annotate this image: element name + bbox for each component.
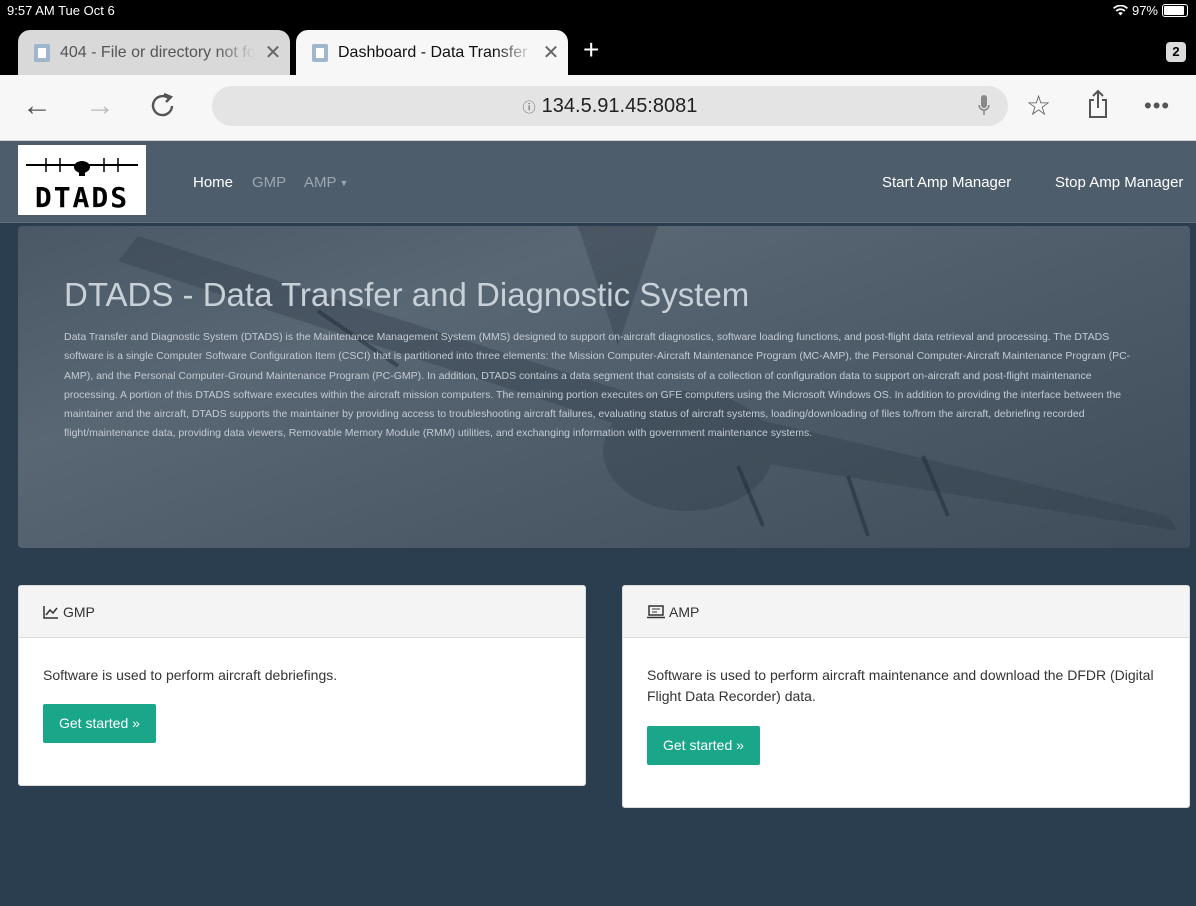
- back-arrow-icon[interactable]: ←: [22, 89, 52, 123]
- logo-text: DTADS: [34, 181, 130, 214]
- microphone-icon[interactable]: [978, 95, 990, 117]
- page-title: DTADS - Data Transfer and Diagnostic Sys…: [64, 276, 750, 313]
- aircraft-logo-icon: [26, 158, 138, 176]
- status-bar: 9:57 AM Tue Oct 6 97%: [0, 0, 1196, 22]
- share-icon[interactable]: [1086, 89, 1110, 127]
- url-text: 134.5.91.45:8081: [541, 94, 698, 117]
- jumbotron: DTADS - Data Transfer and Diagnostic Sys…: [18, 226, 1190, 548]
- battery-percent: 97%: [1131, 3, 1158, 18]
- more-icon[interactable]: •••: [1144, 89, 1170, 123]
- bookmark-star-icon[interactable]: ☆: [1026, 89, 1051, 123]
- amp-card: AMP Software is used to perform aircraft…: [622, 585, 1190, 808]
- info-icon[interactable]: ⓘ: [523, 97, 536, 116]
- tab-strip: 404 - File or directory not found ✕ Dash…: [0, 22, 1196, 75]
- tab-title: 404 - File or directory not found: [60, 43, 256, 61]
- browser-toolbar: ← → ⓘ 134.5.91.45:8081 ☆ •••: [0, 75, 1196, 141]
- page-icon: [34, 43, 50, 62]
- page-description: Data Transfer and Diagnostic System (DTA…: [64, 331, 1131, 440]
- nav-amp-dropdown[interactable]: AMP ▼: [304, 174, 348, 191]
- gmp-get-started-button[interactable]: Get started »: [43, 704, 156, 743]
- close-icon[interactable]: ✕: [256, 40, 290, 65]
- nav-amp-label: AMP: [304, 174, 337, 191]
- tab-404[interactable]: 404 - File or directory not found ✕: [18, 30, 290, 75]
- tab-count-badge[interactable]: 2: [1166, 42, 1186, 62]
- caret-down-icon: ▼: [339, 178, 349, 189]
- site-navbar: DTADS Home GMP AMP ▼ Start Amp Manager St…: [0, 141, 1196, 223]
- wifi-icon: [1112, 5, 1128, 16]
- nav-start-amp-manager[interactable]: Start Amp Manager: [882, 174, 1011, 191]
- amp-card-text: Software is used to perform aircraft mai…: [647, 667, 1154, 704]
- battery-icon: [1162, 4, 1188, 17]
- address-bar[interactable]: ⓘ 134.5.91.45:8081: [212, 86, 1008, 126]
- amp-card-header: AMP: [623, 586, 1189, 638]
- close-icon[interactable]: ✕: [534, 40, 568, 65]
- amp-card-title: AMP: [669, 603, 700, 620]
- gmp-card-text: Software is used to perform aircraft deb…: [43, 667, 338, 683]
- gmp-card: GMP Software is used to perform aircraft…: [18, 585, 586, 786]
- chart-line-icon: [43, 605, 59, 619]
- forward-arrow-icon[interactable]: →: [85, 89, 115, 123]
- gmp-card-header: GMP: [19, 586, 585, 638]
- laptop-icon: [647, 604, 665, 619]
- gmp-card-title: GMP: [63, 603, 95, 620]
- nav-stop-amp-manager[interactable]: Stop Amp Manager: [1055, 174, 1183, 191]
- tab-title: Dashboard - Data Transfer and Diagnostic…: [338, 43, 534, 61]
- new-tab-button[interactable]: +: [583, 36, 599, 64]
- nav-home[interactable]: Home: [193, 174, 233, 191]
- status-right: 97%: [1112, 3, 1188, 18]
- reload-icon[interactable]: [150, 89, 176, 127]
- nav-gmp[interactable]: GMP: [252, 174, 286, 191]
- amp-get-started-button[interactable]: Get started »: [647, 726, 760, 765]
- page-icon: [312, 43, 328, 62]
- dtads-logo[interactable]: DTADS: [18, 145, 146, 215]
- tab-dashboard[interactable]: Dashboard - Data Transfer and Diagnostic…: [296, 30, 568, 75]
- status-time: 9:57 AM Tue Oct 6: [7, 3, 115, 18]
